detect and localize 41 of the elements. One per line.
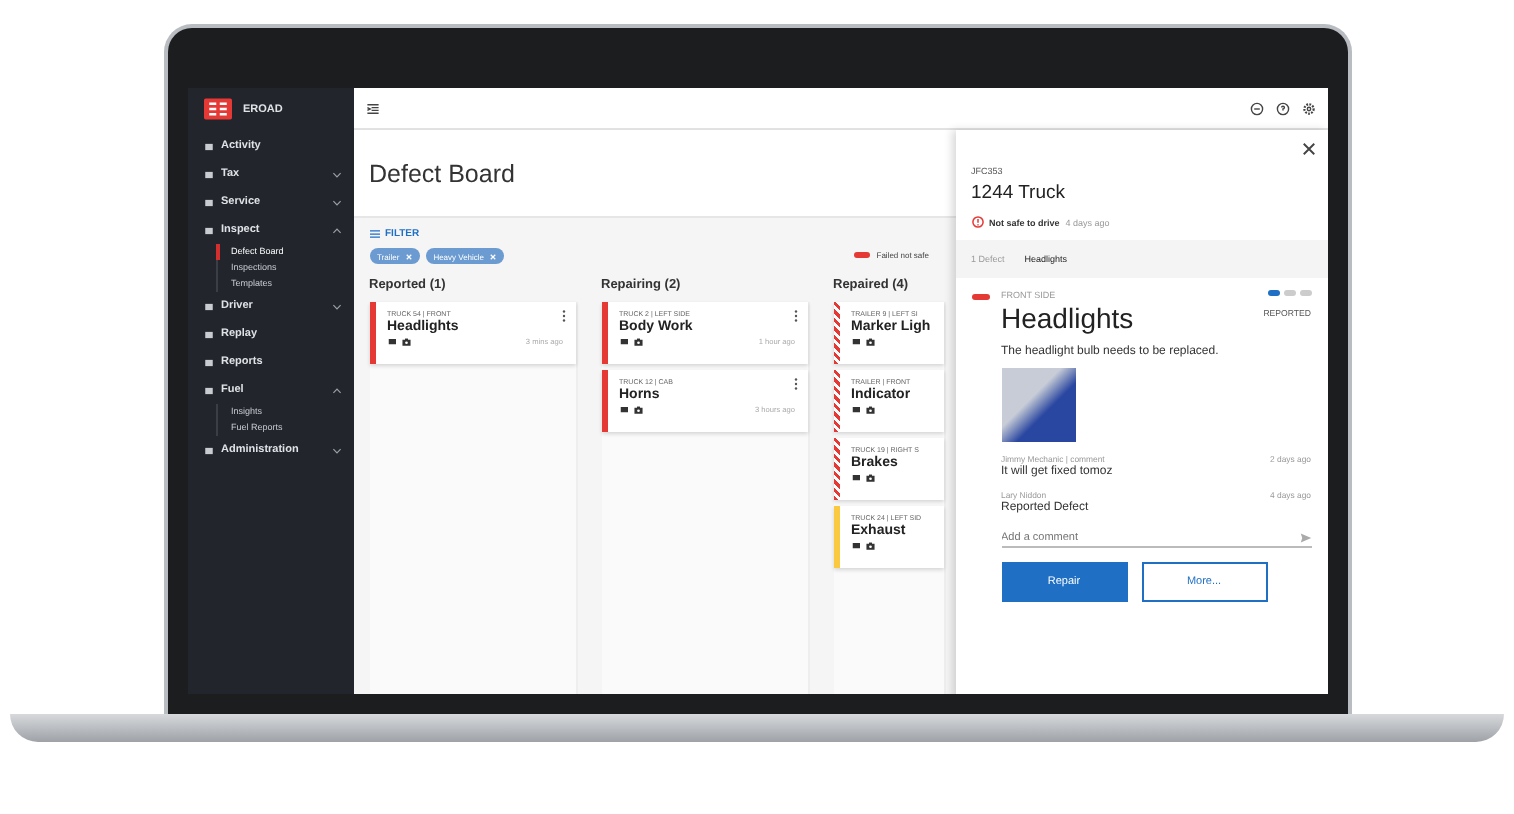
chat-icon[interactable] (1249, 101, 1263, 115)
close-icon[interactable] (1301, 142, 1315, 156)
comment-icon (619, 406, 628, 414)
chevron-icon (331, 387, 341, 393)
chevron-icon (331, 227, 341, 233)
nav-icon (203, 357, 213, 367)
filter-icon (369, 230, 379, 238)
defect-title: Headlights (1001, 302, 1136, 334)
page-title: Defect Board (369, 159, 515, 187)
nav-icon (203, 329, 213, 339)
nav-icon (203, 141, 213, 151)
chevron-icon (331, 199, 341, 205)
help-icon[interactable] (1275, 101, 1289, 115)
vehicle-name: 1244 Truck (971, 182, 1067, 204)
nav-icon (203, 301, 213, 311)
camera-icon (866, 338, 875, 346)
camera-icon (866, 406, 875, 414)
comment-icon (851, 338, 860, 346)
camera-icon (866, 542, 875, 550)
comment-icon (851, 542, 860, 550)
nav-icon (203, 385, 213, 395)
comment-icon (387, 338, 396, 346)
settings-icon[interactable] (1301, 101, 1315, 115)
nav-icon (203, 197, 213, 207)
camera-icon (866, 474, 875, 482)
camera-icon (634, 338, 643, 346)
logo-icon (203, 98, 231, 120)
nav-icon (203, 445, 213, 455)
chevron-icon (331, 447, 341, 453)
chevron-icon (331, 171, 341, 177)
menu-icon[interactable] (365, 101, 379, 115)
nav-icon (203, 225, 213, 235)
chevron-icon (331, 303, 341, 309)
photo-placeholder[interactable] (1001, 368, 1075, 442)
comment-icon (619, 338, 628, 346)
camera-icon (402, 338, 411, 346)
warning-icon (971, 216, 983, 228)
comment-icon (851, 406, 860, 414)
camera-icon (634, 406, 643, 414)
comment-icon (851, 474, 860, 482)
nav-icon (203, 169, 213, 179)
